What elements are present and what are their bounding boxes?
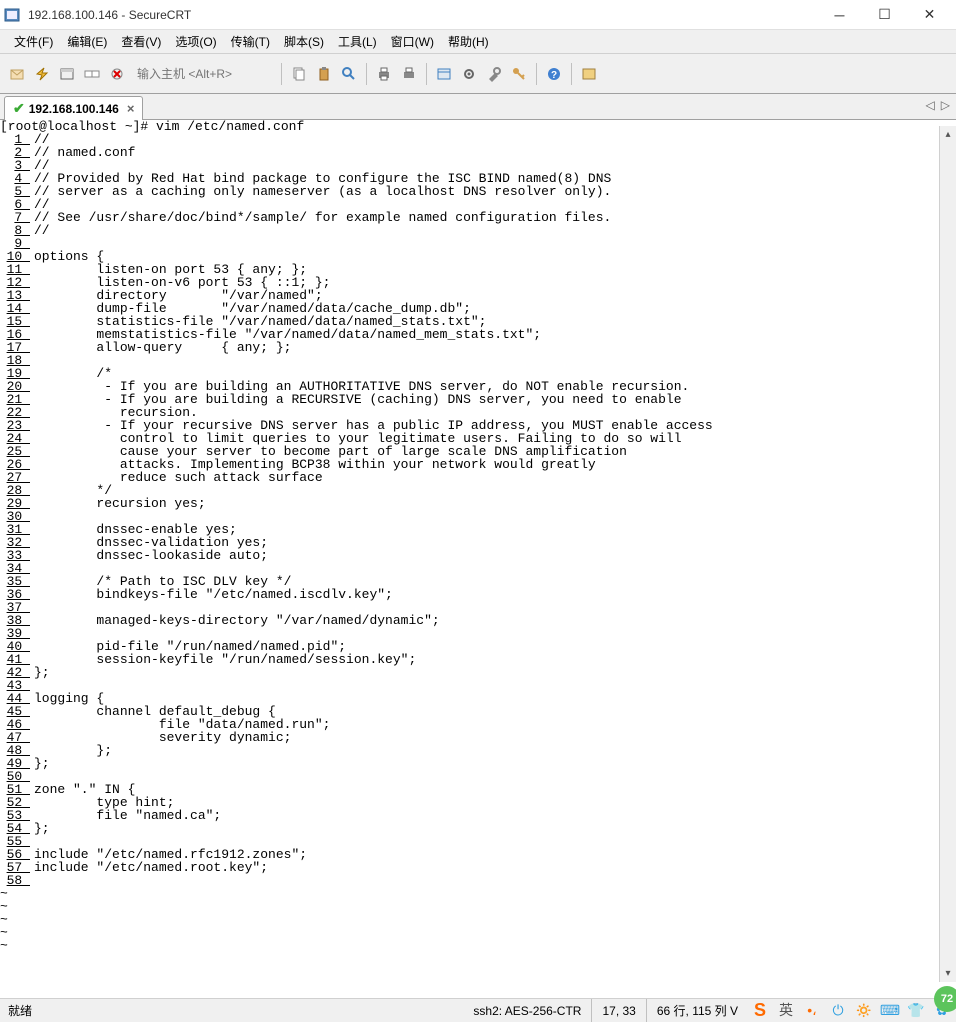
close-button[interactable]: ✕: [907, 1, 952, 29]
scroll-up-icon[interactable]: ▴: [940, 126, 956, 143]
tab-close-icon[interactable]: ×: [127, 101, 135, 116]
tab-next-icon[interactable]: ▷: [941, 98, 950, 112]
quick-connect-icon[interactable]: [31, 63, 53, 85]
sogou-icon[interactable]: S: [750, 1000, 770, 1020]
scrollbar-vertical[interactable]: ▴ ▾: [939, 126, 956, 982]
app-icon: [4, 7, 20, 23]
extra-icon[interactable]: [578, 63, 600, 85]
print-icon[interactable]: [373, 63, 395, 85]
menu-script[interactable]: 脚本(S): [278, 31, 330, 52]
reconnect-icon[interactable]: [81, 63, 103, 85]
titlebar: 192.168.100.146 - SecureCRT ─ ☐ ✕: [0, 0, 956, 30]
tabbar: ✔ 192.168.100.146 × ◁ ▷: [0, 94, 956, 120]
badge[interactable]: 72: [934, 986, 956, 1012]
status-cursor: 17, 33: [592, 999, 646, 1022]
session-tab-icon[interactable]: [56, 63, 78, 85]
tray-icon-1[interactable]: •،: [802, 1000, 822, 1020]
copy-icon[interactable]: [288, 63, 310, 85]
ime-icon[interactable]: 英: [776, 1000, 796, 1020]
svg-text:?: ?: [551, 70, 557, 81]
tray-icon-4[interactable]: 👕: [906, 1000, 926, 1020]
connect-icon[interactable]: [6, 63, 28, 85]
disconnect-icon[interactable]: [106, 63, 128, 85]
status-dims: 66 行, 115 列 V: [647, 999, 748, 1022]
scroll-down-icon[interactable]: ▾: [940, 965, 956, 982]
settings-icon[interactable]: [458, 63, 480, 85]
menu-tools[interactable]: 工具(L): [332, 31, 383, 52]
menu-file[interactable]: 文件(F): [8, 31, 59, 52]
menu-help[interactable]: 帮助(H): [442, 31, 495, 52]
menubar: 文件(F) 编辑(E) 查看(V) 选项(O) 传输(T) 脚本(S) 工具(L…: [0, 30, 956, 54]
menu-window[interactable]: 窗口(W): [385, 31, 440, 52]
menu-options[interactable]: 选项(O): [169, 31, 222, 52]
help-icon[interactable]: ?: [543, 63, 565, 85]
key-icon[interactable]: [508, 63, 530, 85]
maximize-button[interactable]: ☐: [862, 1, 907, 29]
session-tab[interactable]: ✔ 192.168.100.146 ×: [4, 96, 143, 120]
toolbar: ?: [0, 54, 956, 94]
keyboard-icon[interactable]: ⌨: [880, 1000, 900, 1020]
menu-edit[interactable]: 编辑(E): [61, 31, 113, 52]
menu-transfer[interactable]: 传输(T): [225, 31, 276, 52]
connected-icon: ✔: [13, 100, 25, 117]
tab-label: 192.168.100.146: [29, 102, 119, 116]
tools-icon[interactable]: [483, 63, 505, 85]
window-title: 192.168.100.146 - SecureCRT: [28, 8, 817, 22]
separator: [536, 63, 537, 85]
menu-view[interactable]: 查看(V): [115, 31, 167, 52]
tray-icon-2[interactable]: ⏻: [828, 1000, 848, 1020]
separator: [366, 63, 367, 85]
tray-icon-3[interactable]: 🔅: [854, 1000, 874, 1020]
separator: [571, 63, 572, 85]
separator: [281, 63, 282, 85]
find-icon[interactable]: [338, 63, 360, 85]
separator: [426, 63, 427, 85]
options-icon[interactable]: [433, 63, 455, 85]
tab-prev-icon[interactable]: ◁: [926, 98, 935, 112]
status-ready: 就绪: [8, 1002, 32, 1019]
tray: S 英 •، ⏻ 🔅 ⌨ 👕 ✿: [750, 1000, 952, 1020]
host-input[interactable]: [135, 65, 275, 83]
paste-icon[interactable]: [313, 63, 335, 85]
terminal[interactable]: [root@localhost ~]# vim /etc/named.conf1…: [0, 120, 956, 976]
print2-icon[interactable]: [398, 63, 420, 85]
minimize-button[interactable]: ─: [817, 1, 862, 29]
status-cipher: ssh2: AES-256-CTR: [463, 999, 592, 1022]
